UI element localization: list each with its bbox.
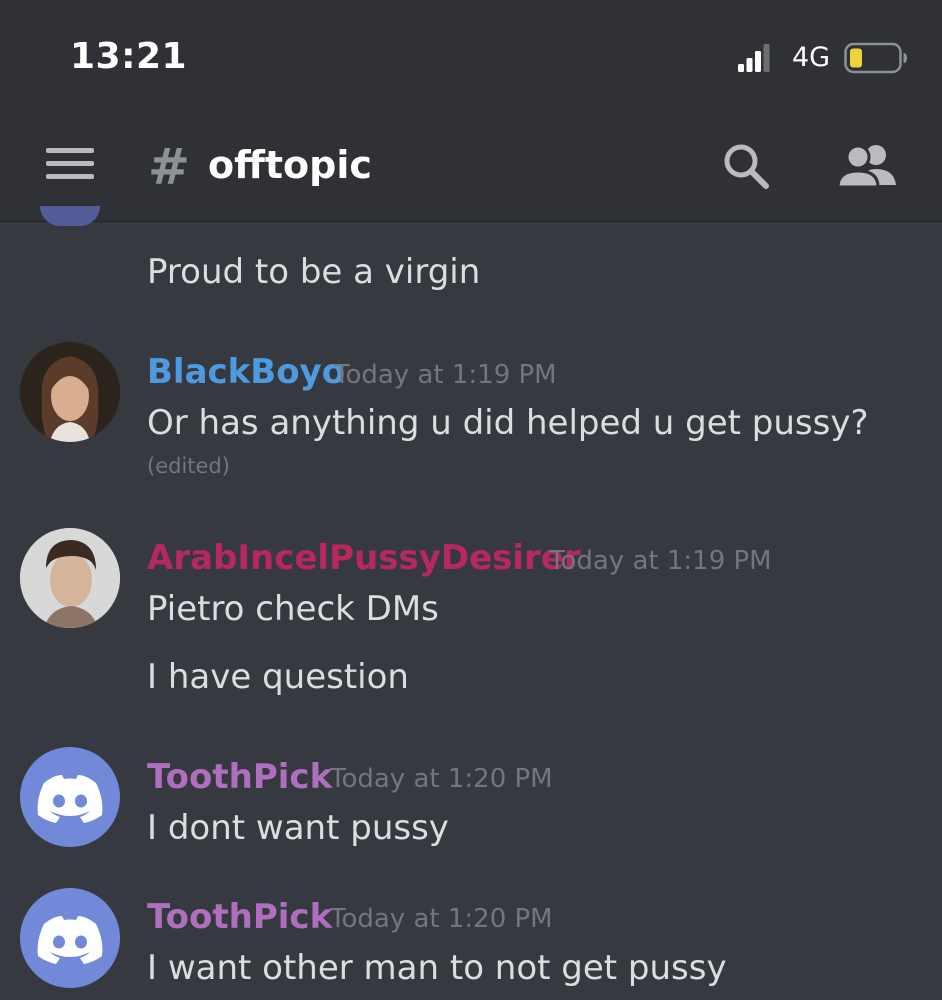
menu-line — [46, 161, 94, 166]
username[interactable]: ArabIncelPussyDesirer — [147, 538, 581, 578]
user-photo — [20, 342, 120, 442]
menu-line — [46, 148, 94, 153]
menu-line — [46, 174, 94, 179]
channel-header: 13:21 4G # offtopic — [0, 0, 942, 222]
message-text: Proud to be a virgin — [147, 252, 481, 292]
message-text: I want other man to not get pussy — [147, 948, 727, 988]
message-timestamp: Today at 1:19 PM — [334, 360, 557, 390]
message-timestamp: Today at 1:20 PM — [330, 764, 553, 794]
search-icon[interactable] — [722, 142, 770, 190]
avatar[interactable] — [20, 528, 120, 628]
avatar[interactable] — [20, 888, 120, 988]
channel-name: offtopic — [208, 143, 372, 187]
avatar[interactable] — [20, 342, 120, 442]
message-timestamp: Today at 1:19 PM — [549, 546, 772, 576]
message-text: Pietro check DMs — [147, 589, 439, 629]
network-type: 4G — [792, 42, 831, 73]
edited-label: (edited) — [147, 454, 230, 478]
username[interactable]: BlackBoyo — [147, 352, 345, 392]
battery-icon — [844, 42, 907, 74]
message-text: I have question — [147, 657, 409, 697]
status-time: 13:21 — [70, 36, 188, 77]
message-text: I dont want pussy — [147, 808, 449, 848]
members-icon[interactable] — [836, 143, 898, 189]
discord-logo-icon — [37, 916, 103, 964]
avatar[interactable] — [20, 747, 120, 847]
user-photo — [20, 528, 120, 628]
message-text: Or has anything u did helped u get pussy… — [147, 403, 869, 443]
discord-logo-icon — [37, 775, 103, 823]
username[interactable]: ToothPick — [147, 897, 332, 937]
signal-icon — [738, 44, 770, 72]
message-timestamp: Today at 1:20 PM — [330, 904, 553, 934]
channel-hash-icon: # — [148, 138, 190, 196]
username[interactable]: ToothPick — [147, 757, 332, 797]
hamburger-menu-button[interactable] — [46, 148, 94, 188]
avatar[interactable] — [40, 206, 100, 226]
